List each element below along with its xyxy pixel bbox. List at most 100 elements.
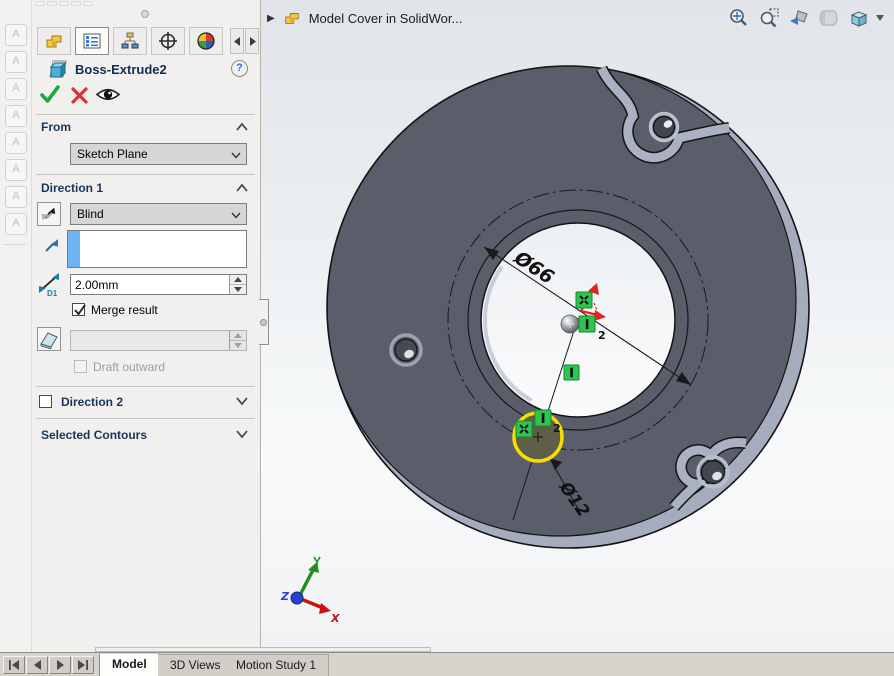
preview-eye-button[interactable] — [95, 86, 121, 103]
draft-outward-checkbox[interactable] — [74, 360, 87, 373]
merge-result-checkbox[interactable] — [72, 303, 85, 316]
draft-angle-input[interactable] — [75, 331, 223, 350]
tab-dimxpertmanager[interactable] — [151, 27, 185, 55]
previous-icon — [33, 660, 42, 670]
spinner-down-button[interactable] — [230, 341, 246, 351]
annotation-icon-7[interactable]: A — [5, 186, 27, 208]
tab-scroll-left-button[interactable] — [230, 28, 244, 54]
tab-3d-views[interactable]: 3D Views — [158, 654, 233, 676]
merge-result-label: Merge result — [91, 303, 158, 317]
draft-icon — [39, 329, 59, 349]
depth-spinner — [70, 274, 247, 295]
pushpin-icon[interactable] — [141, 10, 149, 18]
spinner-down-button[interactable] — [230, 285, 246, 295]
reverse-direction-button[interactable] — [37, 202, 61, 226]
relation-intersection-badge[interactable] — [576, 292, 592, 308]
chevron-down-icon — [231, 212, 241, 219]
draft-outward-label: Draft outward — [93, 360, 165, 374]
dimxpertmanager-icon — [158, 31, 178, 51]
skip-to-start-icon — [8, 660, 20, 670]
from-plane-dropdown[interactable]: Sketch Plane — [70, 143, 247, 165]
triad-z-label: Z — [280, 590, 290, 603]
first-frame-button[interactable] — [3, 656, 25, 674]
triad-z-origin — [291, 592, 303, 604]
cancel-button[interactable] — [71, 87, 88, 104]
relation-coincident-badge-2[interactable] — [535, 410, 551, 426]
relation-intersection-badge-2[interactable] — [516, 421, 532, 437]
end-condition-value: Blind — [77, 207, 104, 221]
svg-text:D1: D1 — [47, 289, 58, 297]
chevron-down-icon — [231, 152, 241, 159]
divider — [36, 114, 255, 115]
triangle-down-icon — [234, 343, 242, 348]
annotation-icon-5[interactable]: A — [5, 132, 27, 154]
tab-motion-study-1[interactable]: Motion Study 1 — [224, 654, 329, 676]
graphics-viewport[interactable]: ▶ Model Cover in SolidWor... — [260, 0, 894, 652]
panel-splitter-handle[interactable] — [259, 299, 269, 345]
draft-button[interactable] — [37, 327, 61, 351]
boss-extrude-icon — [47, 59, 69, 81]
divider — [4, 244, 26, 245]
annotation-icon-6[interactable]: A — [5, 159, 27, 181]
left-mount-hole — [391, 335, 421, 365]
arrow-right-icon — [249, 37, 256, 46]
from-group-label: From — [41, 120, 71, 134]
divider — [36, 418, 255, 419]
triangle-down-icon — [234, 287, 242, 292]
part-body[interactable] — [324, 64, 809, 548]
next-frame-button[interactable] — [49, 656, 71, 674]
spinner-buttons — [229, 331, 246, 350]
annotation-icon-2[interactable]: A — [5, 51, 27, 73]
depth-d1-icon: D1 — [35, 271, 65, 297]
direction2-checkbox[interactable] — [39, 395, 52, 408]
previous-frame-button[interactable] — [26, 656, 48, 674]
relation-vertical-badge[interactable] — [564, 365, 579, 380]
triad-x-arrow — [319, 603, 331, 614]
annotation-icon-3[interactable]: A — [5, 78, 27, 100]
property-manager-panel: Boss-Extrude2 ? From Sketch Plane Direct… — [33, 0, 260, 652]
tab-featuremanager[interactable] — [37, 27, 71, 55]
left-toolbar: A A A A A A A A — [0, 0, 32, 652]
tab-configurationmanager[interactable] — [113, 27, 147, 55]
direction1-group-label: Direction 1 — [41, 181, 103, 195]
annotation-icon-1[interactable]: A — [5, 24, 27, 46]
relation-count-badge: 2 — [598, 329, 606, 342]
chevron-down-icon[interactable] — [235, 429, 249, 439]
toolbar-fragment — [83, 1, 93, 6]
model-canvas[interactable]: Ø66 Ø12 — [261, 0, 894, 652]
last-frame-button[interactable] — [72, 656, 94, 674]
reverse-direction-icon — [39, 204, 59, 224]
annotation-icon-4[interactable]: A — [5, 105, 27, 127]
tab-scroll-right-button[interactable] — [245, 28, 259, 54]
relation-coincident-badge[interactable] — [579, 316, 595, 332]
tab-propertymanager[interactable] — [75, 27, 109, 55]
propertymanager-icon — [83, 32, 101, 50]
depth-input[interactable] — [75, 275, 223, 294]
end-condition-dropdown[interactable]: Blind — [70, 203, 247, 225]
spinner-up-button[interactable] — [230, 275, 246, 285]
help-button[interactable]: ? — [231, 60, 248, 77]
toolbar-fragment — [71, 1, 81, 6]
check-icon — [73, 303, 87, 317]
chevron-up-icon[interactable] — [235, 183, 249, 193]
solidworks-window: A A A A A A A A — [0, 0, 894, 676]
annotation-icon-8[interactable]: A — [5, 213, 27, 235]
direction-reference-selection-box[interactable] — [67, 230, 247, 268]
relation-count-badge: 2 — [553, 422, 561, 435]
from-plane-value: Sketch Plane — [77, 147, 148, 161]
displaymanager-icon — [197, 32, 215, 50]
tab-model[interactable]: Model — [99, 654, 160, 676]
next-icon — [56, 660, 65, 670]
toolbar-fragment — [47, 1, 57, 6]
spinner-up-button[interactable] — [230, 331, 246, 341]
featuremanager-icon — [44, 31, 64, 51]
tab-displaymanager[interactable] — [189, 27, 223, 55]
arrow-left-icon — [234, 37, 241, 46]
divider — [36, 174, 255, 175]
ok-button[interactable] — [39, 85, 61, 104]
chevron-down-icon[interactable] — [235, 396, 249, 406]
splitter-dot-icon — [260, 319, 267, 326]
draft-angle-spinner — [70, 330, 247, 351]
chevron-up-icon[interactable] — [235, 122, 249, 132]
triad-x-label: X — [330, 612, 340, 625]
